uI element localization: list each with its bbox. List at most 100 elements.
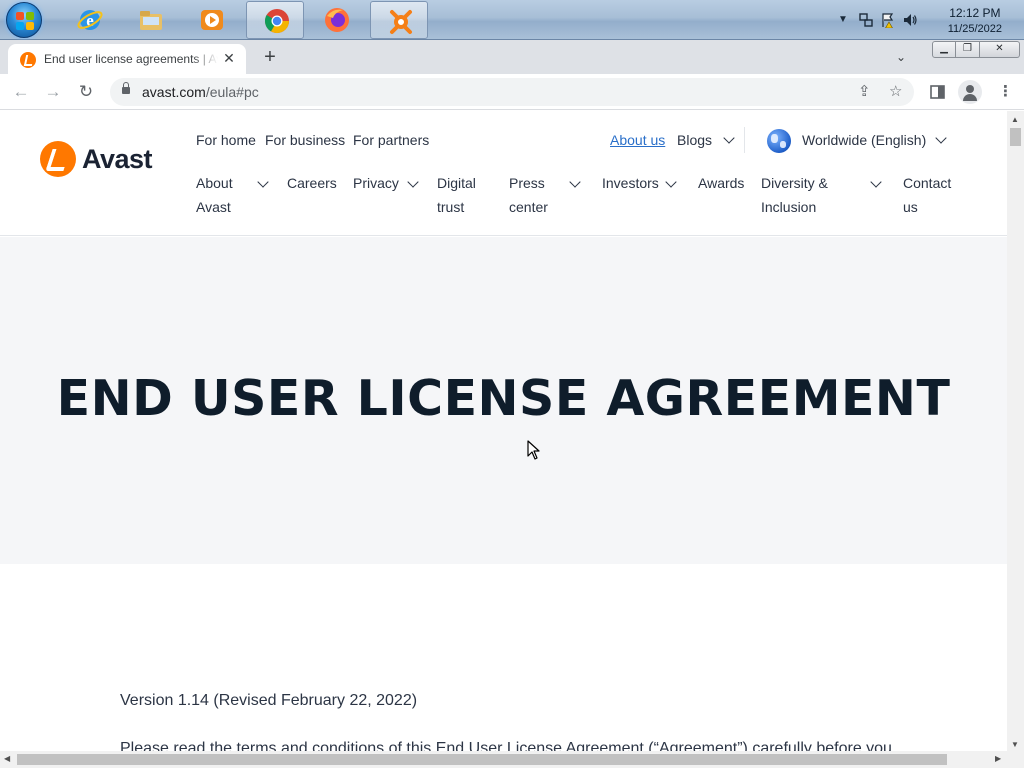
subnav-awards[interactable]: Awards: [698, 171, 744, 195]
url-path: /eula#pc: [205, 84, 259, 100]
scroll-right-arrow-icon[interactable]: ▶: [995, 754, 1001, 763]
eula-content: Version 1.14 (Revised February 22, 2022)…: [0, 564, 1007, 751]
new-tab-button[interactable]: +: [258, 46, 282, 68]
nav-for-home[interactable]: For home: [196, 128, 256, 152]
site-header: Avast For home For business For partners…: [0, 111, 1007, 236]
file-explorer-icon: [140, 11, 162, 30]
profile-avatar-icon[interactable]: [958, 80, 982, 104]
subnav-label: us: [903, 199, 918, 215]
subnav-digital-trust[interactable]: Digital trust: [437, 171, 476, 219]
window-controls: ▁ ❐ ✕: [932, 41, 1020, 58]
action-center-flag-icon[interactable]: [880, 12, 896, 28]
intro-paragraph: Please read the terms and conditions of …: [120, 740, 892, 751]
address-bar[interactable]: avast.com/eula#pc ⇪ ☆: [110, 78, 914, 106]
subnav-label: Diversity &: [761, 175, 828, 191]
nav-about-us[interactable]: About us: [610, 128, 665, 152]
subnav-about-avast[interactable]: About Avast: [196, 171, 233, 219]
start-button[interactable]: [6, 2, 42, 38]
media-player-icon: [201, 10, 223, 30]
tab-title: End user license agreements | Avast: [44, 52, 218, 66]
show-hidden-icons-icon[interactable]: ▼: [838, 14, 848, 25]
hero-banner: END USER LICENSE AGREEMENT: [0, 237, 1007, 564]
privacy-chevron-down-icon[interactable]: [407, 176, 419, 188]
investors-chevron-down-icon[interactable]: [665, 176, 677, 188]
forward-icon[interactable]: →: [42, 81, 64, 103]
subnav-label: center: [509, 199, 548, 215]
taskbar-firefox[interactable]: [307, 1, 365, 39]
blogs-chevron-down-icon[interactable]: [723, 132, 735, 144]
avast-icon: [390, 10, 412, 34]
firefox-icon: [325, 8, 349, 32]
avast-logo[interactable]: Avast: [40, 141, 153, 177]
avast-logo-icon: [40, 141, 76, 177]
nav-for-business[interactable]: For business: [265, 128, 345, 152]
scroll-up-arrow-icon[interactable]: ▲: [1011, 115, 1019, 124]
browser-toolbar: ← → ↻ avast.com/eula#pc ⇪ ☆ ⋮: [0, 74, 1024, 110]
network-icon[interactable]: [858, 12, 874, 28]
system-clock[interactable]: 12:12 PM 11/25/2022: [948, 5, 1002, 37]
subnav-label: About: [196, 175, 233, 191]
volume-icon[interactable]: [902, 12, 918, 28]
horizontal-scroll-thumb[interactable]: [17, 754, 947, 765]
subnav-press-center[interactable]: Press center: [509, 171, 548, 219]
restore-button[interactable]: ❐: [956, 41, 980, 58]
subnav-investors[interactable]: Investors: [602, 171, 659, 195]
subnav-careers[interactable]: Careers: [287, 171, 337, 195]
subnav-label: Contact: [903, 175, 952, 191]
clock-date: 11/25/2022: [947, 23, 1002, 35]
avast-favicon-icon: [20, 52, 36, 68]
reload-icon[interactable]: ↻: [75, 81, 97, 103]
taskbar-internet-explorer[interactable]: e: [60, 1, 118, 39]
version-text: Version 1.14 (Revised February 22, 2022): [120, 692, 418, 709]
nav-for-partners[interactable]: For partners: [353, 128, 429, 152]
taskbar-file-explorer[interactable]: [121, 1, 179, 39]
windows-taskbar: e ▼ 12:12 PM 11/25/2022: [0, 0, 1024, 40]
taskbar-chrome[interactable]: [246, 1, 304, 39]
vertical-scrollbar[interactable]: ▲ ▼: [1007, 111, 1024, 751]
taskbar-media-player[interactable]: [182, 1, 240, 39]
subnav-label: Avast: [196, 199, 231, 215]
share-icon[interactable]: ⇪: [858, 82, 871, 100]
close-window-button[interactable]: ✕: [980, 41, 1020, 58]
header-divider: [744, 127, 745, 153]
subnav-diversity-inclusion[interactable]: Diversity & Inclusion: [761, 171, 828, 219]
diversity-chevron-down-icon[interactable]: [870, 176, 882, 188]
minimize-button[interactable]: ▁: [932, 41, 956, 58]
page-title: END USER LICENSE AGREEMENT: [56, 370, 951, 427]
subnav-label: trust: [437, 199, 465, 215]
locale-chevron-down-icon[interactable]: [935, 132, 947, 144]
press-chevron-down-icon[interactable]: [569, 176, 581, 188]
brand-name: Avast: [82, 143, 153, 174]
chrome-icon: [264, 9, 289, 34]
locale-selector[interactable]: Worldwide (English): [802, 128, 926, 152]
tab-close-icon[interactable]: ✕: [220, 50, 238, 67]
scroll-left-arrow-icon[interactable]: ◀: [4, 754, 10, 763]
taskbar-avast[interactable]: [370, 1, 428, 39]
url-host: avast.com: [142, 84, 206, 100]
bookmark-star-icon[interactable]: ☆: [889, 82, 902, 100]
lock-icon[interactable]: [122, 82, 130, 94]
browser-tabstrip: End user license agreements | Avast ✕ + …: [0, 40, 1024, 74]
scroll-down-arrow-icon[interactable]: ▼: [1011, 740, 1019, 749]
windows-logo-icon: [16, 12, 34, 30]
clock-time: 12:12 PM: [949, 6, 1001, 20]
internet-explorer-icon: e: [77, 10, 103, 30]
subnav-contact-us[interactable]: Contact us: [903, 171, 951, 219]
chrome-menu-icon[interactable]: ⋮: [998, 82, 1013, 100]
about-chevron-down-icon[interactable]: [257, 176, 269, 188]
subnav-privacy[interactable]: Privacy: [353, 171, 399, 195]
system-tray: ▼ 12:12 PM 11/25/2022: [834, 0, 1024, 40]
subnav-label: Digital: [437, 175, 476, 191]
vertical-scroll-thumb[interactable]: [1010, 128, 1021, 146]
page-viewport: Avast For home For business For partners…: [0, 111, 1007, 751]
tab-search-chevron-icon[interactable]: ⌄: [896, 50, 906, 64]
side-panel-icon[interactable]: [930, 85, 945, 99]
browser-tab[interactable]: End user license agreements | Avast ✕: [8, 44, 246, 74]
back-icon[interactable]: ←: [10, 81, 32, 103]
subnav-label: Inclusion: [761, 199, 817, 215]
horizontal-scrollbar[interactable]: ◀ ▶: [0, 751, 1024, 768]
subnav-label: Press: [509, 175, 545, 191]
url-text[interactable]: avast.com/eula#pc: [142, 84, 259, 100]
globe-icon: [767, 129, 791, 153]
nav-blogs[interactable]: Blogs: [677, 128, 712, 152]
